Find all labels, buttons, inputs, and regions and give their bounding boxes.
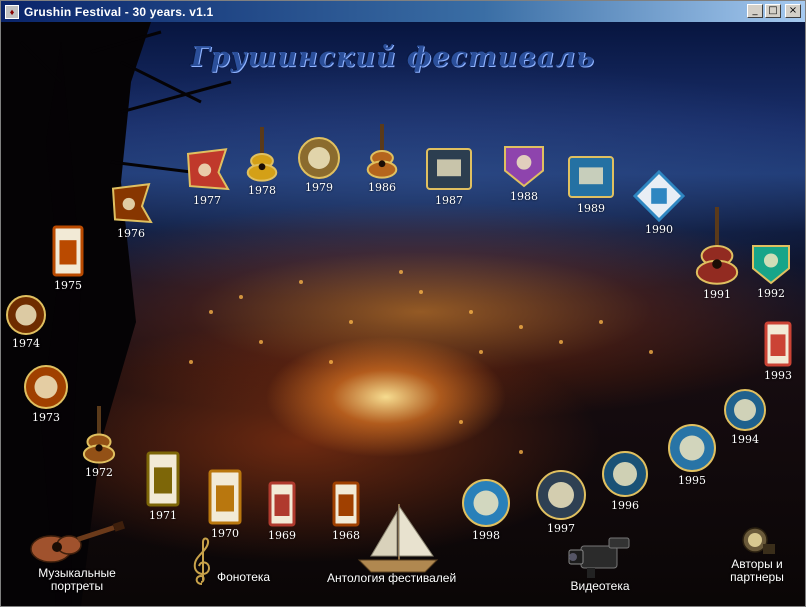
app-window: ♦ Grushin Festival - 30 years. v1.1 _ □ … <box>0 0 806 607</box>
festival-badge-icon <box>51 224 85 278</box>
videotheque-label: Видеотека <box>570 579 630 593</box>
badge-year-label: 1969 <box>268 529 296 542</box>
badge-1997[interactable]: 1997 <box>535 469 587 535</box>
badge-1990[interactable]: 1990 <box>633 170 685 236</box>
badge-year-label: 1993 <box>764 369 792 382</box>
festival-badge-icon <box>297 136 341 180</box>
festival-badge-icon <box>723 388 767 432</box>
badge-1975[interactable]: 1975 <box>51 224 85 292</box>
badge-year-label: 1991 <box>703 288 731 301</box>
nav-phonotheque[interactable]: Фонотека <box>191 536 270 588</box>
badge-1970[interactable]: 1970 <box>207 468 243 540</box>
badge-1977[interactable]: 1977 <box>184 147 230 207</box>
badge-year-label: 1972 <box>85 466 113 479</box>
video-camera-icon <box>568 537 630 578</box>
badge-1979[interactable]: 1979 <box>297 136 341 194</box>
badge-year-label: 1988 <box>510 190 538 203</box>
festival-badge-icon <box>145 450 181 508</box>
badge-1974[interactable]: 1974 <box>5 294 47 350</box>
music-portraits-label: Музыкальные портреты <box>38 566 116 593</box>
festival-badge-icon <box>601 450 649 498</box>
festival-badge-icon <box>693 205 741 287</box>
badge-year-label: 1998 <box>472 529 500 542</box>
badge-1991[interactable]: 1991 <box>693 205 741 301</box>
badge-1986[interactable]: 1986 <box>365 122 399 194</box>
badge-year-label: 1974 <box>12 337 40 350</box>
phonotheque-label: Фонотека <box>217 570 271 584</box>
badge-1993[interactable]: 1993 <box>763 320 793 382</box>
badge-year-label: 1986 <box>368 181 396 194</box>
badge-1978[interactable]: 1978 <box>245 125 279 197</box>
maximize-button[interactable]: □ <box>765 4 781 18</box>
festival-badge-icon <box>267 480 297 528</box>
window-controls: _ □ × <box>747 4 801 18</box>
badge-year-label: 1979 <box>305 181 333 194</box>
festival-badge-icon <box>245 125 279 183</box>
festival-badge-icon <box>109 182 153 226</box>
festival-badge-icon <box>763 320 793 368</box>
badge-1996[interactable]: 1996 <box>601 450 649 512</box>
festival-badge-icon <box>23 364 69 410</box>
treble-clef-icon <box>193 537 211 585</box>
badge-1998[interactable]: 1998 <box>461 478 511 542</box>
badge-year-label: 1977 <box>193 194 221 207</box>
festival-heading: Грушинский фестиваль <box>191 42 595 73</box>
badge-year-label: 1995 <box>678 474 706 487</box>
badge-year-label: 1975 <box>54 279 82 292</box>
festival-badge-icon <box>207 468 243 526</box>
badge-1969[interactable]: 1969 <box>267 480 297 542</box>
title-bar[interactable]: ♦ Grushin Festival - 30 years. v1.1 _ □ … <box>1 1 805 22</box>
badge-1972[interactable]: 1972 <box>81 404 117 479</box>
badge-1992[interactable]: 1992 <box>749 242 793 300</box>
festival-badge-icon <box>81 404 117 465</box>
badge-year-label: 1992 <box>757 287 785 300</box>
badge-1976[interactable]: 1976 <box>109 182 153 240</box>
badge-year-label: 1990 <box>645 223 673 236</box>
spotlight-icon <box>742 527 775 554</box>
badge-1971[interactable]: 1971 <box>145 450 181 522</box>
badge-1987[interactable]: 1987 <box>425 145 473 207</box>
authors-partners-label: Авторы и партнеры <box>730 557 784 584</box>
badge-year-label: 1973 <box>32 411 60 424</box>
festival-badge-icon <box>633 170 685 222</box>
badge-year-label: 1994 <box>731 433 759 446</box>
sail-boat-icon <box>357 504 438 573</box>
festival-badge-icon <box>184 147 230 193</box>
guitar-icon <box>30 520 125 563</box>
festival-background: Грушинский фестиваль 1977 1978 1979 1986… <box>1 22 805 606</box>
badge-1988[interactable]: 1988 <box>501 143 547 203</box>
anthology-label: Антология фестивалей <box>327 571 457 585</box>
nav-anthology[interactable]: Антология фестивалей <box>327 500 456 585</box>
app-icon[interactable]: ♦ <box>5 4 19 19</box>
nav-authors-partners[interactable]: Авторы и партнеры <box>717 524 797 584</box>
window-title: Grushin Festival - 30 years. v1.1 <box>24 4 214 19</box>
close-button[interactable]: × <box>785 4 801 18</box>
nav-videotheque[interactable]: Видеотека <box>565 534 635 593</box>
badge-1973[interactable]: 1973 <box>23 364 69 424</box>
festival-badge-icon <box>425 145 473 193</box>
minimize-button[interactable]: _ <box>747 4 763 18</box>
festival-badge-icon <box>749 242 793 286</box>
badge-1994[interactable]: 1994 <box>723 388 767 446</box>
badge-year-label: 1976 <box>117 227 145 240</box>
festival-badge-icon <box>461 478 511 528</box>
badge-year-label: 1971 <box>149 509 177 522</box>
badge-year-label: 1996 <box>611 499 639 512</box>
festival-badge-icon <box>501 143 547 189</box>
badge-1995[interactable]: 1995 <box>667 423 717 487</box>
festival-badge-icon <box>535 469 587 521</box>
badge-1989[interactable]: 1989 <box>567 153 615 215</box>
festival-badge-icon <box>5 294 47 336</box>
badge-year-label: 1989 <box>577 202 605 215</box>
nav-music-portraits[interactable]: Музыкальные портреты <box>27 519 127 593</box>
festival-badge-icon <box>667 423 717 473</box>
badge-year-label: 1978 <box>248 184 276 197</box>
festival-badge-icon <box>567 153 615 201</box>
badge-year-label: 1987 <box>435 194 463 207</box>
festival-badge-icon <box>365 122 399 180</box>
